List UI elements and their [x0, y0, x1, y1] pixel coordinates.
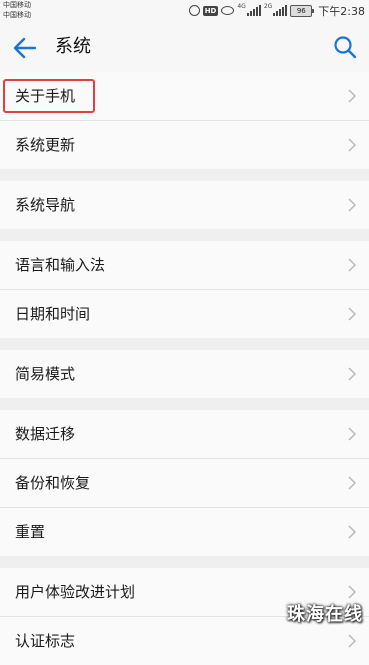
alarm-icon — [188, 5, 200, 16]
settings-group: 系统导航 — [0, 181, 369, 229]
settings-item-date-time[interactable]: 日期和时间 — [0, 290, 369, 338]
status-icons: HD 4G 2G 96 下午2:38 — [188, 3, 365, 18]
network-type-2: 2G — [263, 3, 273, 10]
item-label: 认证标志 — [15, 632, 76, 650]
carrier-label-2: 中国移动 — [3, 11, 31, 19]
chevron-right-icon — [348, 258, 356, 272]
item-label: 简易模式 — [15, 365, 76, 383]
page-title: 系统 — [55, 36, 91, 57]
status-bar: 中国移动 中国移动 HD 4G 2G 96 下午2:38 — [0, 0, 369, 22]
status-time: 下午2:38 — [318, 4, 365, 18]
settings-item-about-phone[interactable]: 关于手机 — [0, 72, 369, 121]
settings-group: 语言和输入法 日期和时间 — [0, 241, 369, 338]
settings-item-system-update[interactable]: 系统更新 — [0, 121, 369, 169]
network-type-1: 4G — [237, 3, 246, 10]
hd-badge: HD — [202, 5, 219, 16]
group-divider — [0, 556, 369, 568]
item-label: 备份和恢复 — [15, 474, 91, 492]
item-label: 系统更新 — [15, 136, 76, 154]
carrier-label-1: 中国移动 — [3, 1, 31, 9]
group-divider — [0, 169, 369, 181]
settings-item-reset[interactable]: 重置 — [0, 508, 369, 556]
search-icon[interactable] — [333, 35, 357, 59]
chevron-right-icon — [348, 476, 356, 490]
settings-item-system-navigation[interactable]: 系统导航 — [0, 181, 369, 229]
chevron-right-icon — [348, 307, 356, 321]
title-bar: 系统 — [0, 22, 369, 72]
settings-list: 关于手机 系统更新 系统导航 语言和输入法 日期和时间 简易模式 数据迁移 备份… — [0, 72, 369, 665]
group-divider — [0, 338, 369, 350]
watermark-text: 珠海在线 — [287, 604, 363, 625]
settings-item-data-migration[interactable]: 数据迁移 — [0, 410, 369, 459]
group-divider — [0, 229, 369, 241]
signal-icon-2 — [273, 5, 288, 16]
chevron-right-icon — [348, 525, 356, 539]
battery-icon: 96 — [290, 4, 315, 17]
settings-group: 数据迁移 备份和恢复 重置 — [0, 410, 369, 556]
signal-icon-1 — [246, 5, 261, 16]
settings-group: 简易模式 — [0, 350, 369, 398]
item-label: 数据迁移 — [15, 425, 76, 443]
chevron-right-icon — [348, 198, 356, 212]
settings-item-simple-mode[interactable]: 简易模式 — [0, 350, 369, 398]
chevron-right-icon — [348, 427, 356, 441]
chevron-right-icon — [348, 89, 356, 103]
item-label: 重置 — [15, 523, 46, 541]
settings-item-language-input[interactable]: 语言和输入法 — [0, 241, 369, 290]
eye-comfort-icon — [221, 6, 235, 15]
chevron-right-icon — [348, 138, 356, 152]
item-label: 日期和时间 — [15, 305, 91, 323]
chevron-right-icon — [348, 367, 356, 381]
item-label: 语言和输入法 — [15, 256, 106, 274]
settings-item-backup-restore[interactable]: 备份和恢复 — [0, 459, 369, 508]
settings-group: 关于手机 系统更新 — [0, 72, 369, 169]
item-label: 用户体验改进计划 — [15, 583, 136, 601]
item-label: 关于手机 — [15, 87, 76, 105]
chevron-right-icon — [348, 585, 356, 599]
chevron-right-icon — [348, 634, 356, 648]
group-divider — [0, 398, 369, 410]
arrow-left-icon[interactable] — [12, 35, 38, 61]
item-label: 系统导航 — [15, 196, 76, 214]
